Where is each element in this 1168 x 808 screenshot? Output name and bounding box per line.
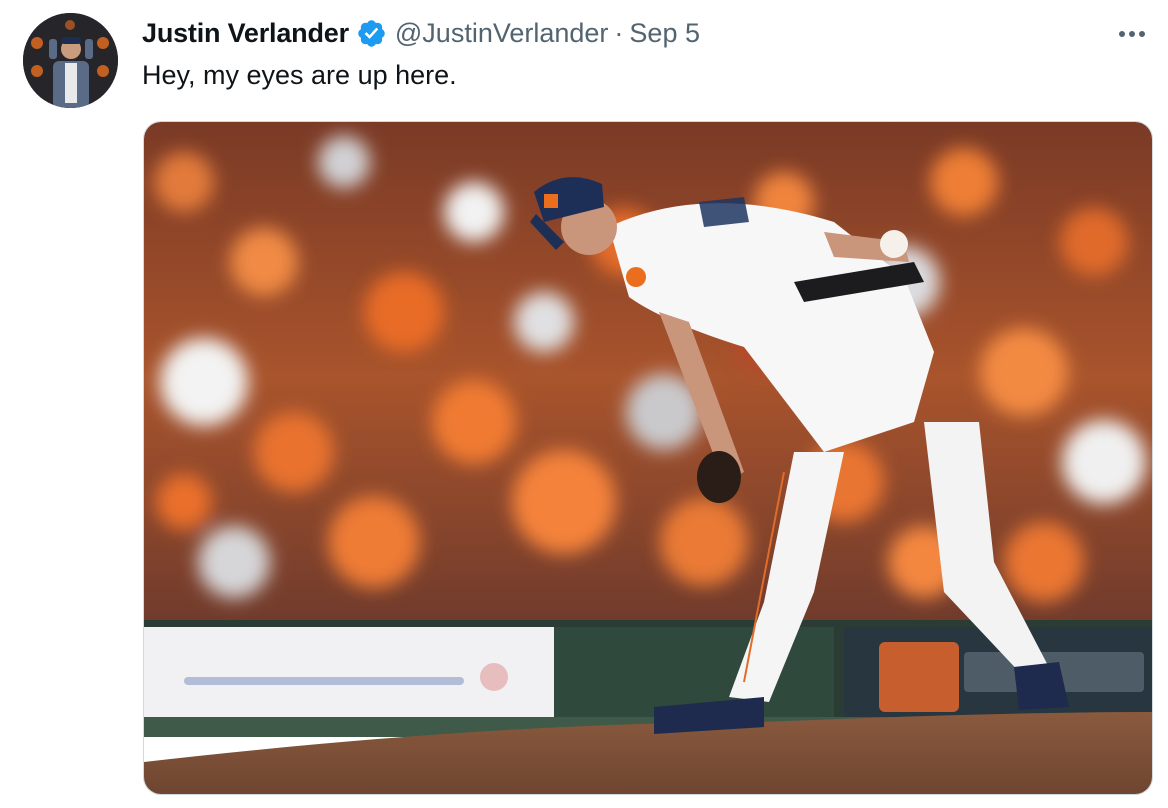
verified-badge-icon	[356, 18, 387, 49]
avatar[interactable]	[23, 13, 118, 108]
tweet-header: Justin Verlander @JustinVerlander · Sep …	[142, 16, 700, 50]
tweet[interactable]: Justin Verlander @JustinVerlander · Sep …	[0, 0, 1168, 808]
separator-dot: ·	[614, 17, 624, 48]
more-horizontal-icon	[1119, 31, 1145, 37]
user-handle[interactable]: @JustinVerlander	[395, 18, 609, 49]
tweet-photo[interactable]	[143, 121, 1153, 795]
tweet-text: Hey, my eyes are up here.	[142, 60, 457, 90]
avatar-photo	[23, 13, 118, 108]
more-options-button[interactable]	[1115, 22, 1149, 46]
tweet-date[interactable]: Sep 5	[629, 18, 700, 49]
baseball-pitcher-photo	[144, 122, 1152, 794]
display-name[interactable]: Justin Verlander	[142, 18, 349, 49]
